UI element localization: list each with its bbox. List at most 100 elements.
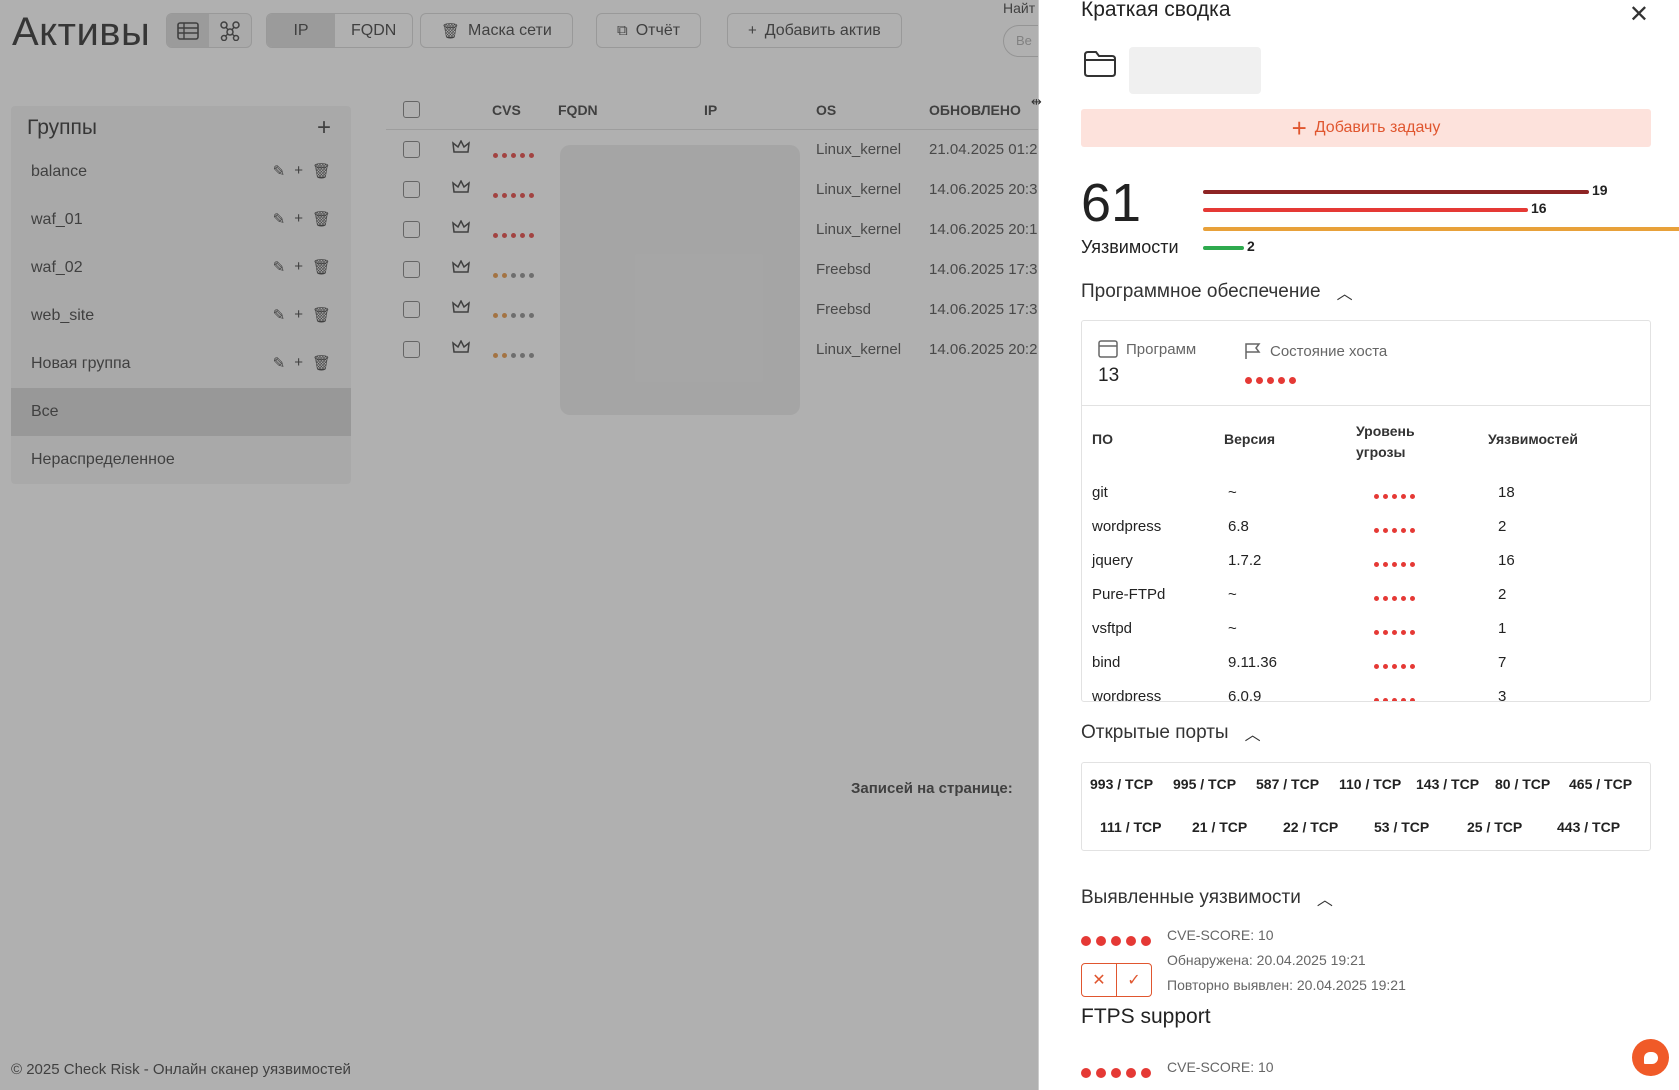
severity-dot <box>520 193 525 198</box>
severity-dot <box>529 153 534 158</box>
trash-icon[interactable]: 🗑 <box>312 306 331 324</box>
plus-icon[interactable]: + <box>294 354 303 372</box>
crown-icon[interactable] <box>452 179 470 198</box>
row-checkbox[interactable] <box>403 341 420 358</box>
add-asset-button[interactable]: + Добавить актив <box>727 13 902 48</box>
edit-icon[interactable]: ✎ <box>273 162 286 180</box>
finding-title[interactable]: FTPS support <box>1081 1005 1211 1029</box>
table-row[interactable]: Freebsd 14.06.2025 17:31 <box>386 250 1046 290</box>
trash-icon[interactable]: 🗑 <box>312 258 331 276</box>
group-item[interactable]: web_site ✎ + 🗑 <box>11 292 351 340</box>
group-item[interactable]: balance ✎ + 🗑 <box>11 148 351 196</box>
severity-dot <box>1383 494 1388 499</box>
cvs-dots <box>493 145 534 162</box>
edit-icon[interactable]: ✎ <box>273 258 286 276</box>
graph-view-button[interactable] <box>209 14 251 47</box>
row-checkbox[interactable] <box>403 301 420 318</box>
severity-dot <box>493 193 498 198</box>
severity-dot <box>502 313 507 318</box>
severity-dot <box>1410 664 1415 669</box>
row-checkbox[interactable] <box>403 181 420 198</box>
table-view-button[interactable] <box>167 14 209 47</box>
reject-button[interactable]: ✕ <box>1082 964 1117 996</box>
edit-icon[interactable]: ✎ <box>273 306 286 324</box>
select-all-checkbox[interactable] <box>403 101 420 118</box>
updated-cell: 14.06.2025 17:31 <box>929 301 1046 318</box>
finding-severity-dots <box>1081 1065 1151 1083</box>
crown-icon[interactable] <box>452 219 470 238</box>
findings-section-header[interactable]: Выявленные уязвимости ︿ <box>1081 886 1333 910</box>
software-row[interactable]: Pure-FTPd ~2 <box>1082 578 1650 612</box>
col-updated[interactable]: ОБНОВЛЕНО <box>929 102 1021 118</box>
col-os[interactable]: OS <box>816 102 836 118</box>
crown-icon[interactable] <box>452 299 470 318</box>
group-item[interactable]: waf_02 ✎ + 🗑 <box>11 244 351 292</box>
finding-severity-dots <box>1081 933 1151 951</box>
network-mask-button[interactable]: 🗑 Маска сети <box>420 13 573 48</box>
close-icon[interactable]: ✕ <box>1629 0 1649 29</box>
row-checkbox[interactable] <box>403 221 420 238</box>
col-threat: Уровень угрозы <box>1356 423 1415 460</box>
software-vulns: 16 <box>1498 552 1515 569</box>
table-row[interactable]: Linux_kernel 21.04.2025 01:21 <box>386 130 1046 170</box>
software-section-header[interactable]: Программное обеспечение ︿ <box>1081 280 1353 304</box>
add-group-icon[interactable]: + <box>317 114 331 142</box>
group-item[interactable]: Новая группа ✎ + 🗑 <box>11 340 351 388</box>
software-row[interactable]: git ~18 <box>1082 476 1650 510</box>
software-version: 6.8 <box>1228 518 1249 535</box>
severity-dot <box>1401 596 1406 601</box>
report-button[interactable]: ⧉ Отчёт <box>596 13 702 48</box>
add-task-button[interactable]: + Добавить задачу <box>1081 109 1651 147</box>
severity-dot <box>511 233 516 238</box>
trash-icon[interactable]: 🗑 <box>312 354 331 372</box>
col-fqdn[interactable]: FQDN <box>558 102 598 118</box>
group-item[interactable]: waf_01 ✎ + 🗑 <box>11 196 351 244</box>
chat-button[interactable] <box>1632 1039 1669 1076</box>
software-row[interactable]: vsftpd ~1 <box>1082 612 1650 646</box>
row-checkbox[interactable] <box>403 261 420 278</box>
plus-icon[interactable]: + <box>294 258 303 276</box>
fqdn-toggle[interactable]: FQDN <box>335 14 412 47</box>
ports-section-header[interactable]: Открытые порты ︿ <box>1081 721 1261 745</box>
trash-icon[interactable]: 🗑 <box>312 210 331 228</box>
ip-toggle[interactable]: IP <box>267 14 335 47</box>
threat-dots <box>1374 588 1415 605</box>
chevron-up-icon: ︿ <box>1244 727 1261 744</box>
resize-handle[interactable]: ⇹ <box>1031 94 1042 110</box>
software-row[interactable]: wordpress 6.0.9 3 <box>1082 680 1650 701</box>
trash-icon[interactable]: 🗑 <box>312 162 331 180</box>
severity-dot <box>529 353 534 358</box>
group-item-unassigned[interactable]: Нераспределенное <box>11 436 351 484</box>
severity-dot <box>529 233 534 238</box>
confirm-button[interactable]: ✓ <box>1117 964 1151 996</box>
table-row[interactable]: Freebsd 14.06.2025 17:31 <box>386 290 1046 330</box>
col-cvs[interactable]: CVS <box>492 102 521 118</box>
severity-dot <box>493 273 498 278</box>
row-checkbox[interactable] <box>403 141 420 158</box>
table-row[interactable]: Linux_kernel 14.06.2025 20:30 <box>386 170 1046 210</box>
col-ip[interactable]: IP <box>704 102 717 118</box>
software-row[interactable]: jquery 1.7.2 16 <box>1082 544 1650 578</box>
severity-dot <box>1401 698 1406 701</box>
plus-icon[interactable]: + <box>294 306 303 324</box>
software-row[interactable]: bind 9.11.36 7 <box>1082 646 1650 680</box>
crown-icon[interactable] <box>452 139 470 158</box>
crown-icon[interactable] <box>452 339 470 358</box>
cvs-dots <box>493 265 534 282</box>
severity-dot <box>1374 494 1379 499</box>
software-row[interactable]: wordpress 6.8 2 <box>1082 510 1650 544</box>
table-row[interactable]: Linux_kernel 14.06.2025 20:16 <box>386 210 1046 250</box>
port-item: 465 / TCP <box>1569 776 1633 792</box>
col-software: ПО <box>1092 431 1113 447</box>
group-item-all[interactable]: Все <box>11 388 351 436</box>
edit-icon[interactable]: ✎ <box>273 354 286 372</box>
severity-dot <box>1410 698 1415 701</box>
severity-dot <box>1401 494 1406 499</box>
port-item: 25 / TCP <box>1467 819 1523 835</box>
crown-icon[interactable] <box>452 259 470 278</box>
plus-icon[interactable]: + <box>294 210 303 228</box>
edit-icon[interactable]: ✎ <box>273 210 286 228</box>
port-item: 993 / TCP <box>1090 776 1154 792</box>
plus-icon[interactable]: + <box>294 162 303 180</box>
table-row[interactable]: Linux_kernel 14.06.2025 20:25 <box>386 330 1046 370</box>
